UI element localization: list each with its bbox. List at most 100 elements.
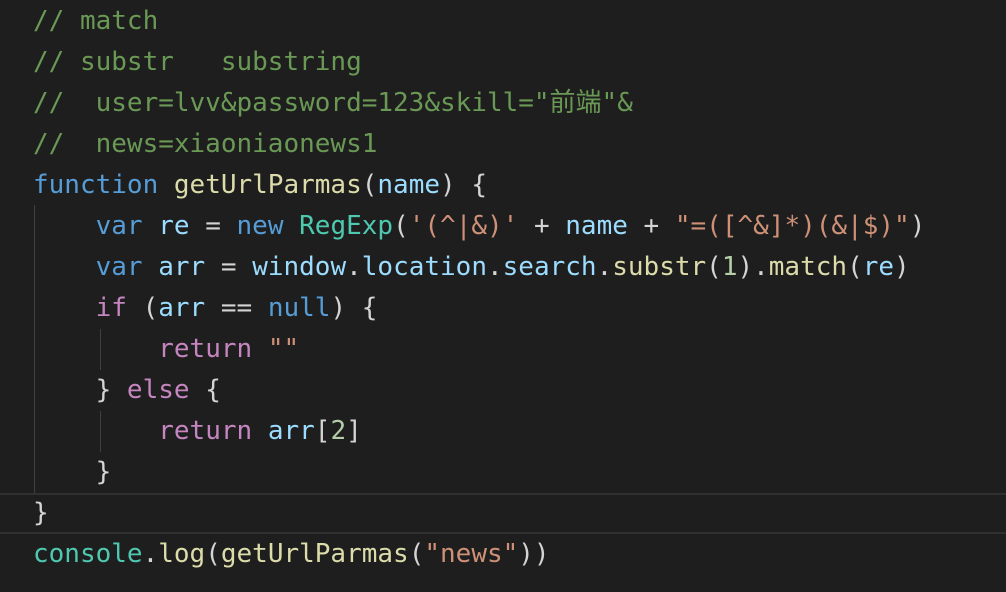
code-token-plain: ( (393, 211, 409, 241)
code-token-keyword: null (267, 293, 331, 323)
code-editor[interactable]: // match // substr substring // user=lvv&p… (0, 0, 1006, 592)
code-token-var: arr (267, 416, 315, 446)
code-token-plain: ( (408, 539, 425, 569)
code-token-var: search (502, 252, 597, 282)
code-token-func: getUrlParmas (173, 170, 362, 200)
code-token-string: '(^|&)' (408, 211, 519, 241)
code-token-plain: ( (205, 539, 221, 569)
code-line[interactable]: } (0, 452, 1006, 493)
code-token-comment: // news=xiaoniaonews1 (33, 129, 378, 159)
code-token-var: arr (158, 252, 206, 282)
code-token-plain: ] (346, 416, 362, 446)
code-token-var: window (252, 252, 347, 282)
code-line-current[interactable]: } (0, 493, 1006, 534)
code-token-plain: } (33, 457, 112, 487)
code-token-plain: . (487, 252, 503, 282)
code-token-func: log (158, 539, 206, 569)
code-line-content: // news=xiaoniaonews1 (33, 124, 377, 165)
code-token-comment: // match (33, 6, 159, 36)
code-token-comment: // substr substring (33, 47, 362, 77)
code-line-content: console.log(getUrlParmas("news")) (33, 534, 550, 575)
code-token-keyword: var (95, 252, 143, 282)
code-token-plain: = (205, 252, 253, 282)
code-token-plain: } (33, 498, 49, 528)
code-token-string: "=([^&]*)(&|$)" (674, 211, 910, 241)
code-token-plain: ( (706, 252, 722, 282)
code-token-keyword: function (33, 170, 159, 200)
code-token-plain: } (33, 375, 127, 405)
code-line[interactable]: var re = new RegExp('(^|&)' + name + "=(… (0, 206, 1006, 247)
code-token-func: substr (612, 252, 707, 282)
code-line[interactable]: // match (0, 1, 1006, 42)
code-token-class: RegExp (299, 211, 394, 241)
code-line[interactable]: // news=xiaoniaonews1 (0, 124, 1006, 165)
code-token-var: name (565, 211, 628, 241)
code-token-comment: // user=lvv&password=123&skill="前端"& (33, 88, 633, 118)
code-token-var: re (862, 252, 895, 282)
code-token-plain: + (518, 211, 566, 241)
code-token-plain: [ (314, 416, 331, 446)
code-token-string: "news" (424, 539, 519, 569)
code-token-number: 2 (330, 416, 347, 446)
code-line-content: } (33, 452, 112, 493)
code-token-keyword: var (95, 211, 143, 241)
code-token-string: "" (267, 334, 300, 364)
code-token-plain: ) { (330, 293, 378, 323)
code-line[interactable]: return "" (0, 329, 1006, 370)
code-line[interactable]: return arr[2] (0, 411, 1006, 452)
code-line-content: // user=lvv&password=123&skill="前端"& (33, 83, 633, 124)
code-token-plain: ( (847, 252, 863, 282)
code-token-control: if (95, 293, 127, 323)
code-line-content: // substr substring (33, 42, 362, 83)
code-line-content: } (33, 495, 49, 536)
code-line-content: function getUrlParmas(name) { (33, 165, 487, 206)
code-token-plain: + (627, 211, 675, 241)
code-line-content: } else { (33, 370, 221, 411)
code-line-content: if (arr == null) { (33, 288, 378, 329)
code-token-plain: . (596, 252, 613, 282)
code-token-func: match (768, 252, 848, 282)
code-token-plain: ( (126, 293, 159, 323)
code-token-plain: ) (894, 252, 910, 282)
code-token-plain: . (142, 539, 159, 569)
code-line[interactable]: console.log(getUrlParmas("news")) (0, 534, 1006, 575)
code-line-content: var re = new RegExp('(^|&)' + name + "=(… (33, 206, 926, 247)
code-line-content: return arr[2] (33, 411, 362, 452)
code-token-plain: ). (737, 252, 769, 282)
code-token-keyword: new (236, 211, 284, 241)
code-line[interactable]: if (arr == null) { (0, 288, 1006, 329)
code-token-control: else (126, 375, 190, 405)
code-token-var: name (377, 170, 441, 200)
code-token-plain: . (346, 252, 362, 282)
code-line[interactable]: // user=lvv&password=123&skill="前端"& (0, 83, 1006, 124)
code-token-plain: ) { (440, 170, 487, 200)
code-token-var: re (158, 211, 190, 241)
code-token-var: arr (158, 293, 206, 323)
code-token-control: return (158, 334, 253, 364)
code-line-content: var arr = window.location.search.substr(… (33, 247, 910, 288)
code-line[interactable]: // substr substring (0, 42, 1006, 83)
code-line[interactable]: function getUrlParmas(name) { (0, 165, 1006, 206)
code-line[interactable]: } else { (0, 370, 1006, 411)
code-line[interactable]: var arr = window.location.search.substr(… (0, 247, 1006, 288)
code-token-plain: ( (361, 170, 378, 200)
code-token-plain: = (189, 211, 237, 241)
code-token-control: return (158, 416, 253, 446)
code-line-content: // match (33, 1, 158, 42)
code-token-plain: )) (518, 539, 550, 569)
code-token-number: 1 (721, 252, 738, 282)
code-token-var: location (361, 252, 487, 282)
code-line-content: return "" (33, 329, 299, 370)
code-token-class: console (33, 539, 143, 569)
